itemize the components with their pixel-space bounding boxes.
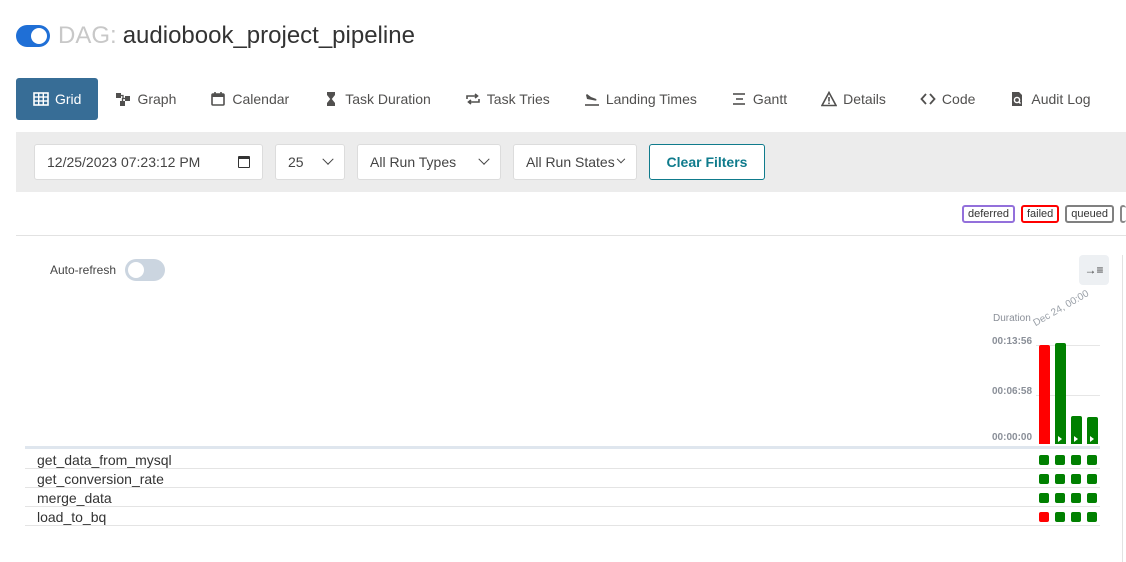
task-row[interactable]: get_data_from_mysql	[25, 450, 1100, 469]
run-state-select[interactable]: All Run States	[513, 144, 637, 180]
collapse-arrow-icon: →≡	[1084, 263, 1104, 277]
nav-task-tries[interactable]: Task Tries	[448, 78, 567, 120]
retry-icon	[465, 91, 481, 107]
base-date-input[interactable]: 12/25/2023 07:23:12 PM	[34, 144, 263, 180]
task-instance-failed[interactable]	[1039, 512, 1049, 522]
run-type-value: All Run Types	[370, 154, 457, 170]
nav-grid[interactable]: Grid	[16, 78, 99, 120]
clear-filters-button[interactable]: Clear Filters	[649, 144, 765, 180]
run-state-value: All Run States	[526, 154, 615, 170]
hourglass-icon	[323, 91, 339, 107]
audit-file-icon	[1009, 91, 1025, 107]
nav-details[interactable]: Details	[804, 78, 903, 120]
duration-tick-zero: 00:00:00	[992, 432, 1033, 443]
task-instance-success[interactable]	[1087, 474, 1097, 484]
chevron-down-icon	[616, 154, 626, 164]
duration-tick-mid: 00:06:58	[992, 386, 1033, 397]
calendar-icon	[210, 91, 226, 107]
view-nav: Grid Graph Calendar Task Duration Task T…	[16, 78, 1108, 120]
nav-label: Details	[843, 91, 886, 107]
nav-label: Task Duration	[345, 91, 431, 107]
num-runs-value: 25	[288, 154, 304, 170]
task-row[interactable]: merge_data	[25, 488, 1100, 507]
base-date-value: 12/25/2023 07:23:12 PM	[47, 154, 201, 170]
collapse-details-button[interactable]: →≡	[1079, 255, 1109, 285]
code-icon	[920, 91, 936, 107]
auto-refresh: Auto-refresh	[50, 259, 166, 281]
task-instance-success[interactable]	[1087, 512, 1097, 522]
dag-title: audiobook_project_pipeline	[122, 22, 415, 49]
run-bar-success[interactable]	[1071, 416, 1082, 444]
calendar-picker-icon[interactable]	[238, 156, 250, 168]
nav-graph[interactable]: Graph	[98, 78, 193, 120]
grid-icon	[33, 91, 49, 107]
legend-queued[interactable]: queued	[1065, 205, 1114, 223]
task-instance-success[interactable]	[1039, 493, 1049, 503]
tasks-header-rule	[25, 446, 1100, 449]
task-name[interactable]: merge_data	[37, 490, 112, 506]
nav-calendar[interactable]: Calendar	[193, 78, 306, 120]
task-name[interactable]: get_data_from_mysql	[37, 452, 172, 468]
task-instance-success[interactable]	[1055, 455, 1065, 465]
legend-failed[interactable]: failed	[1020, 205, 1060, 223]
task-row[interactable]: load_to_bq	[25, 507, 1100, 526]
panel-divider	[1122, 255, 1123, 562]
task-instance-success[interactable]	[1071, 512, 1081, 522]
plane-landing-icon	[584, 91, 600, 107]
nav-task-duration[interactable]: Task Duration	[306, 78, 448, 120]
nav-label: Grid	[55, 91, 82, 107]
play-icon	[1058, 436, 1062, 442]
nav-label: Landing Times	[605, 91, 697, 107]
play-icon	[1090, 436, 1094, 442]
warning-triangle-icon	[821, 91, 838, 107]
nav-label: Calendar	[232, 91, 290, 107]
auto-refresh-toggle[interactable]	[125, 259, 166, 281]
nav-label: Task Tries	[486, 91, 550, 107]
num-runs-select[interactable]: 25	[275, 144, 345, 180]
nav-landing-times[interactable]: Landing Times	[567, 78, 714, 120]
nav-label: Audit Log	[1031, 91, 1091, 107]
gantt-icon	[731, 91, 747, 107]
task-name[interactable]: get_conversion_rate	[37, 471, 164, 487]
auto-refresh-label: Auto-refresh	[50, 263, 117, 277]
task-instance-success[interactable]	[1071, 455, 1081, 465]
legend-deferred[interactable]: deferred	[962, 205, 1015, 223]
state-legend: deferred failed queued	[962, 205, 1126, 223]
nav-label: Gantt	[752, 91, 788, 107]
run-date-label: Dec 24, 00:00	[1031, 288, 1091, 329]
task-instance-success[interactable]	[1071, 474, 1081, 484]
nav-label: Code	[941, 91, 976, 107]
dag-header: DAG: audiobook_project_pipeline	[16, 20, 415, 52]
task-instance-success[interactable]	[1087, 493, 1097, 503]
task-name[interactable]: load_to_bq	[37, 509, 106, 525]
task-row[interactable]: get_conversion_rate	[25, 469, 1100, 488]
duration-label: Duration	[993, 313, 1031, 324]
nav-gantt[interactable]: Gantt	[714, 78, 804, 120]
task-instance-success[interactable]	[1055, 493, 1065, 503]
task-instance-success[interactable]	[1039, 474, 1049, 484]
run-bar-success[interactable]	[1087, 417, 1098, 444]
dag-prefix: DAG:	[58, 22, 117, 49]
task-instance-success[interactable]	[1087, 455, 1097, 465]
task-instance-success[interactable]	[1071, 493, 1081, 503]
run-bar-success[interactable]	[1055, 343, 1066, 444]
dag-pause-toggle[interactable]	[16, 25, 50, 47]
chevron-down-icon	[478, 153, 490, 165]
nav-code[interactable]: Code	[903, 78, 992, 120]
play-icon	[1074, 436, 1078, 442]
legend-more[interactable]	[1120, 205, 1126, 223]
task-instance-success[interactable]	[1055, 474, 1065, 484]
task-instance-success[interactable]	[1039, 455, 1049, 465]
filter-bar: 12/25/2023 07:23:12 PM 25 All Run Types …	[16, 132, 1126, 192]
duration-tick-max: 00:13:56	[992, 336, 1033, 347]
graph-icon	[115, 91, 131, 107]
nav-label: Graph	[137, 91, 177, 107]
task-instance-success[interactable]	[1055, 512, 1065, 522]
nav-audit-log[interactable]: Audit Log	[992, 78, 1107, 120]
run-bar-failed[interactable]	[1039, 345, 1050, 444]
run-type-select[interactable]: All Run Types	[357, 144, 501, 180]
chevron-down-icon	[322, 153, 334, 165]
divider	[16, 235, 1126, 236]
